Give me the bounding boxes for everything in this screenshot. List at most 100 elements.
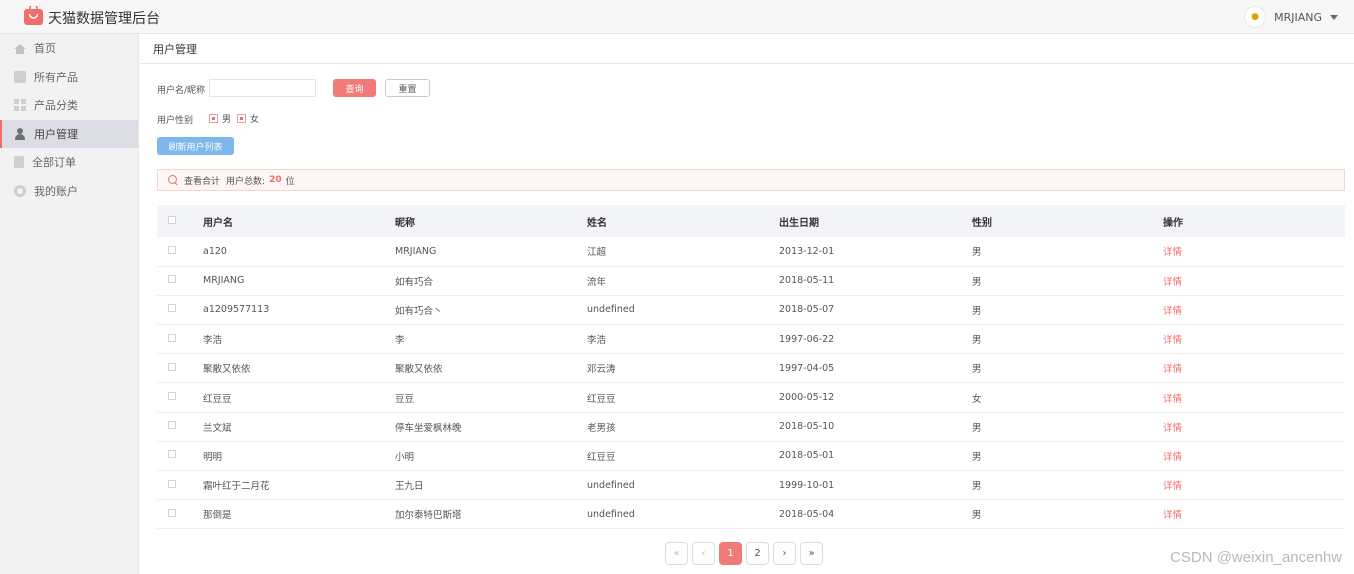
cell-birth: 2018-05-01 bbox=[779, 450, 835, 462]
row-checkbox[interactable] bbox=[168, 392, 176, 401]
detail-link[interactable]: 详情 bbox=[1163, 383, 1345, 412]
cell-realname: 红豆豆 bbox=[587, 451, 616, 463]
name-search-input[interactable] bbox=[209, 79, 316, 97]
cell-username: a120 bbox=[203, 245, 227, 257]
sidebar-item-all-products[interactable]: 所有产品 bbox=[0, 63, 138, 92]
sidebar-item-label: 产品分类 bbox=[34, 99, 78, 113]
cell-birth: 2000-05-12 bbox=[779, 392, 835, 404]
cell-realname: undefined bbox=[587, 479, 635, 491]
row-checkbox[interactable] bbox=[168, 362, 176, 371]
cell-username: 红豆豆 bbox=[203, 393, 232, 405]
grid-icon bbox=[14, 99, 26, 112]
table-row: 明明 小明 红豆豆 2018-05-01 男 详情 bbox=[157, 441, 1345, 471]
column-header: 姓名 bbox=[587, 217, 607, 229]
cell-username: 明明 bbox=[203, 451, 223, 463]
reset-button[interactable]: 重置 bbox=[385, 79, 430, 97]
detail-link[interactable]: 详情 bbox=[1163, 325, 1345, 354]
prev-page-button[interactable]: ‹ bbox=[692, 542, 715, 565]
page-button-1[interactable]: 1 bbox=[719, 542, 742, 565]
gender-filter-label: 用户性别 bbox=[157, 116, 194, 126]
sidebar-item-categories[interactable]: 产品分类 bbox=[0, 91, 138, 120]
cell-realname: undefined bbox=[587, 304, 635, 316]
column-header: 操作 bbox=[1163, 217, 1183, 229]
sidebar-item-orders[interactable]: 全部订单 bbox=[0, 148, 138, 177]
page-button-2[interactable]: 2 bbox=[746, 542, 769, 565]
detail-link[interactable]: 详情 bbox=[1163, 441, 1345, 470]
cell-realname: undefined bbox=[587, 508, 635, 520]
sidebar-item-label: 用户管理 bbox=[34, 127, 78, 141]
cell-gender: 男 bbox=[972, 335, 982, 347]
document-icon bbox=[14, 156, 24, 169]
cell-nickname: 李 bbox=[395, 335, 405, 347]
checkbox-icon[interactable] bbox=[237, 114, 246, 123]
row-checkbox[interactable] bbox=[168, 304, 176, 313]
table-row: a1209577113 如有巧合丶 undefined 2018-05-07 男 详情 bbox=[157, 295, 1345, 325]
refresh-user-list-button[interactable]: 刷新用户列表 bbox=[157, 137, 234, 155]
user-total-count: 20 bbox=[269, 175, 282, 185]
detail-link[interactable]: 详情 bbox=[1163, 500, 1345, 529]
row-checkbox[interactable] bbox=[168, 275, 176, 284]
table-header-row: 用户名 昵称 姓名 出生日期 性别 操作 bbox=[157, 205, 1345, 237]
cell-birth: 1999-10-01 bbox=[779, 479, 835, 491]
search-icon bbox=[168, 175, 178, 185]
detail-link[interactable]: 详情 bbox=[1163, 266, 1345, 295]
user-menu[interactable]: ● MRJIANG bbox=[1244, 5, 1338, 29]
query-button[interactable]: 查询 bbox=[333, 79, 376, 97]
user-icon bbox=[14, 127, 26, 140]
table-row: a120 MRJIANG 江超 2013-12-01 男 详情 bbox=[157, 237, 1345, 267]
cell-nickname: 豆豆 bbox=[395, 393, 415, 405]
caret-down-icon bbox=[1330, 14, 1338, 20]
checkbox-icon[interactable] bbox=[209, 114, 218, 123]
gender-option-male[interactable]: 男 bbox=[209, 112, 231, 125]
cell-username: a1209577113 bbox=[203, 304, 270, 316]
row-checkbox[interactable] bbox=[168, 333, 176, 342]
row-checkbox[interactable] bbox=[168, 479, 176, 488]
select-all-checkbox[interactable] bbox=[168, 215, 176, 224]
cell-realname: 红豆豆 bbox=[587, 393, 616, 405]
cell-gender: 男 bbox=[972, 422, 982, 434]
cell-gender: 男 bbox=[972, 451, 982, 463]
cell-nickname: 王九日 bbox=[395, 481, 424, 493]
table-row: 那倒是 加尔泰特巴斯塔 undefined 2018-05-04 男 详情 bbox=[157, 500, 1345, 529]
cell-gender: 女 bbox=[972, 393, 982, 405]
table-row: MRJIANG 如有巧合 流年 2018-05-11 男 详情 bbox=[157, 266, 1345, 296]
cell-nickname: 小明 bbox=[395, 451, 415, 463]
image-icon bbox=[14, 70, 26, 83]
row-checkbox[interactable] bbox=[168, 508, 176, 517]
detail-link[interactable]: 详情 bbox=[1163, 354, 1345, 383]
cell-username: 霜叶红于二月花 bbox=[203, 481, 270, 493]
cell-birth: 2013-12-01 bbox=[779, 245, 835, 257]
gender-option-female[interactable]: 女 bbox=[237, 112, 259, 125]
table-row: 李浩 李 李浩 1997-06-22 男 详情 bbox=[157, 325, 1345, 354]
sidebar-item-users[interactable]: 用户管理 bbox=[0, 119, 138, 148]
cell-username: 那倒是 bbox=[203, 510, 232, 522]
detail-link[interactable]: 详情 bbox=[1163, 412, 1345, 441]
user-name: MRJIANG bbox=[1274, 10, 1322, 24]
shopping-bag-logo-icon bbox=[24, 6, 43, 25]
row-checkbox[interactable] bbox=[168, 245, 176, 254]
cell-gender: 男 bbox=[972, 276, 982, 288]
avatar: ● bbox=[1244, 6, 1267, 28]
sidebar-item-home[interactable]: 首页 bbox=[0, 34, 138, 63]
row-checkbox[interactable] bbox=[168, 421, 176, 430]
detail-link[interactable]: 详情 bbox=[1163, 471, 1345, 500]
cell-birth: 2018-05-11 bbox=[779, 275, 835, 287]
detail-link[interactable]: 详情 bbox=[1163, 237, 1345, 266]
detail-link[interactable]: 详情 bbox=[1163, 295, 1345, 324]
cell-username: 李浩 bbox=[203, 335, 223, 347]
main-content: 用户管理 用户名/昵称 查询 重置 用户性别 男 女 刷新用户列表 查看合计 用… bbox=[140, 34, 1354, 574]
gear-icon bbox=[14, 184, 26, 197]
cell-realname: 邓云涛 bbox=[587, 364, 616, 376]
table-row: 兰文斌 停车坐爱枫林晚 老男孩 2018-05-10 男 详情 bbox=[157, 412, 1345, 442]
user-table: 用户名 昵称 姓名 出生日期 性别 操作 a120 MRJIANG 江超 2013-1… bbox=[157, 205, 1345, 529]
sidebar: 首页 所有产品 产品分类 用户管理 全部订单 我的账户 bbox=[0, 34, 139, 574]
breadcrumb: 用户管理 bbox=[140, 34, 1354, 64]
first-page-button[interactable]: « bbox=[665, 542, 688, 565]
next-page-button[interactable]: › bbox=[773, 542, 796, 565]
last-page-button[interactable]: » bbox=[800, 542, 823, 565]
sidebar-item-account[interactable]: 我的账户 bbox=[0, 177, 138, 206]
table-row: 霜叶红于二月花 王九日 undefined 1999-10-01 男 详情 bbox=[157, 471, 1345, 500]
sidebar-item-label: 全部订单 bbox=[32, 156, 76, 170]
cell-username: 兰文斌 bbox=[203, 422, 232, 434]
row-checkbox[interactable] bbox=[168, 450, 176, 459]
